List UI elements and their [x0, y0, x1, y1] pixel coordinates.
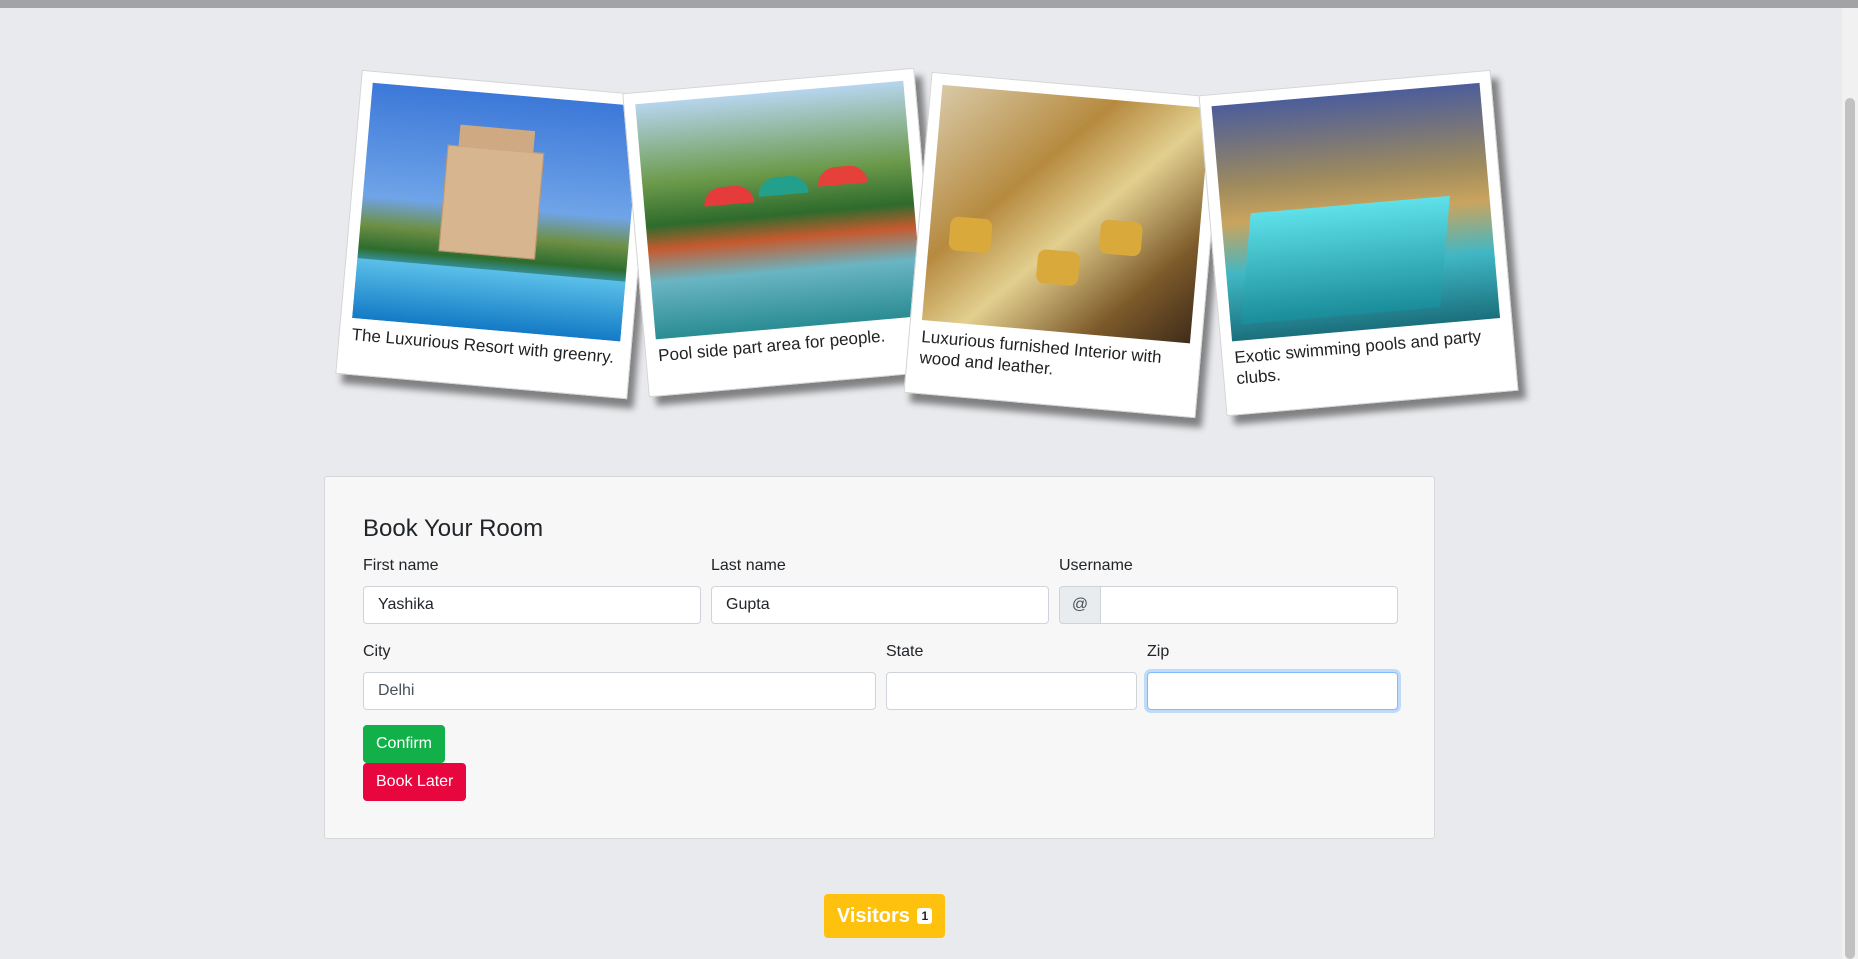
last-name-input[interactable]: Gupta [711, 586, 1049, 624]
username-label: Username [1059, 557, 1133, 574]
armchair [1035, 248, 1081, 287]
zip-label: Zip [1147, 643, 1170, 660]
first-name-input[interactable]: Yashika [363, 586, 701, 624]
umbrella [816, 164, 868, 187]
gallery-photo-interior: Luxurious furnished Interior with wood a… [903, 71, 1224, 419]
state-label: State [886, 643, 924, 660]
browser-top-bar [0, 0, 1858, 8]
page-scrollbar[interactable] [1842, 8, 1858, 959]
state-input[interactable] [886, 672, 1137, 710]
booking-card: Book Your Room First name Yashika Last n… [324, 476, 1435, 839]
gallery-photo-poolside: Pool side part area for people. [622, 67, 941, 398]
armchair [948, 216, 993, 254]
hotel-building [438, 144, 545, 260]
umbrella [757, 174, 809, 197]
first-name-label: First name [363, 557, 439, 574]
username-input[interactable] [1100, 586, 1398, 624]
form-title: Book Your Room [363, 515, 544, 542]
indoor-pool [1240, 195, 1450, 325]
gallery-photo-resort: The Luxurious Resort with greenry. [335, 69, 654, 400]
resort-image [352, 82, 641, 342]
poolside-image [635, 80, 924, 340]
scrollbar-thumb[interactable] [1845, 98, 1855, 959]
city-label: City [363, 643, 391, 660]
umbrella [702, 184, 755, 207]
book-later-button[interactable]: Book Later [363, 763, 467, 801]
last-name-label: Last name [711, 557, 786, 574]
gallery-photo-pool-club: Exotic swimming pools and party clubs. [1198, 69, 1519, 417]
interior-image [921, 84, 1211, 344]
pool-club-image [1211, 82, 1501, 342]
visitor-count-badge: 1 [917, 908, 933, 924]
confirm-button[interactable]: Confirm [363, 725, 446, 763]
zip-input[interactable] [1147, 672, 1398, 710]
city-input[interactable]: Delhi [363, 672, 876, 710]
visitors-label: Visitors [836, 905, 910, 927]
armchair [1098, 219, 1144, 257]
at-sign-prefix: @ [1059, 586, 1101, 624]
visitors-button[interactable]: Visitors 1 [824, 894, 945, 938]
